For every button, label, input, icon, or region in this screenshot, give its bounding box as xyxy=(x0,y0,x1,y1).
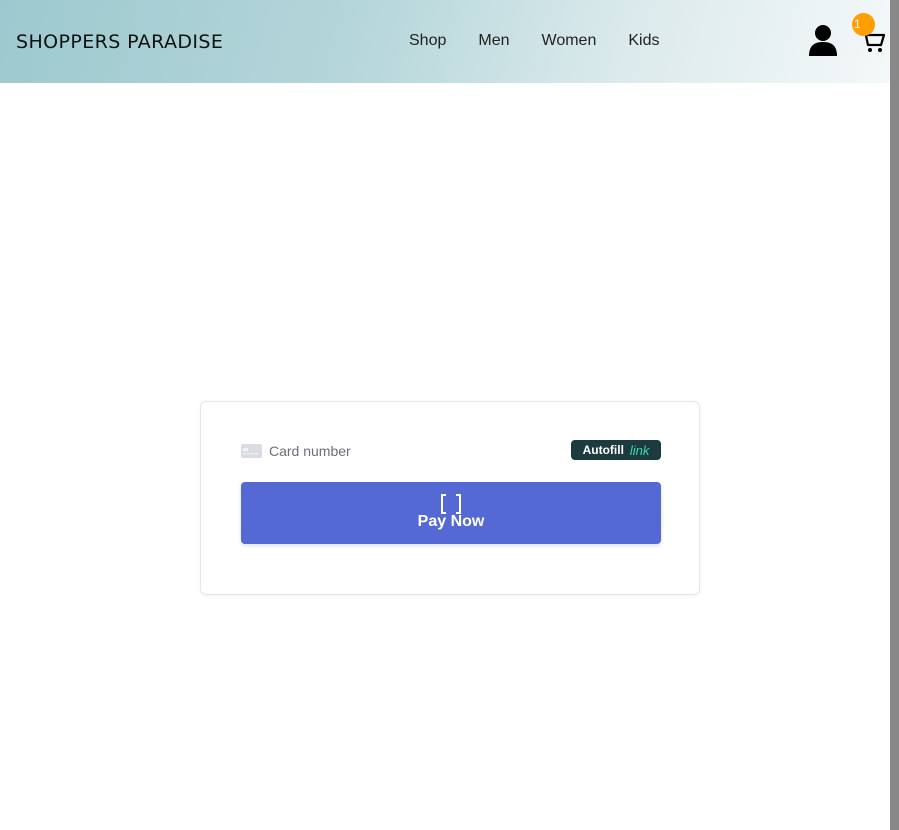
scrollbar-thumb[interactable] xyxy=(890,0,899,830)
nav-item-men[interactable]: Men xyxy=(478,32,509,50)
brand-logo[interactable]: SHOPPERS PARADISE xyxy=(16,31,223,53)
cart-count-badge: 1 xyxy=(852,13,875,36)
page: SHOPPERS PARADISE Shop Men Women Kids 1 xyxy=(0,0,899,830)
pay-now-button[interactable]: Pay Now xyxy=(241,482,661,544)
card-number-input[interactable] xyxy=(269,441,549,461)
pay-now-label: Pay Now xyxy=(417,513,485,530)
nav-item-shop[interactable]: Shop xyxy=(409,32,446,50)
nav-item-kids[interactable]: Kids xyxy=(628,32,659,50)
autofill-label: Autofill xyxy=(582,443,624,457)
autofill-link-button[interactable]: Autofill link xyxy=(571,440,661,460)
user-icon[interactable] xyxy=(808,24,838,56)
credit-card-icon xyxy=(241,444,262,458)
loading-spinner-icon xyxy=(441,494,461,514)
payment-form: Autofill link Pay Now xyxy=(200,401,700,595)
page-scrollbar[interactable] xyxy=(890,0,899,830)
card-number-row: Autofill link xyxy=(241,439,661,463)
link-logo: link xyxy=(629,442,650,458)
site-header: SHOPPERS PARADISE Shop Men Women Kids 1 xyxy=(0,0,890,83)
nav-item-women[interactable]: Women xyxy=(542,32,597,50)
main-nav: Shop Men Women Kids xyxy=(409,32,691,50)
